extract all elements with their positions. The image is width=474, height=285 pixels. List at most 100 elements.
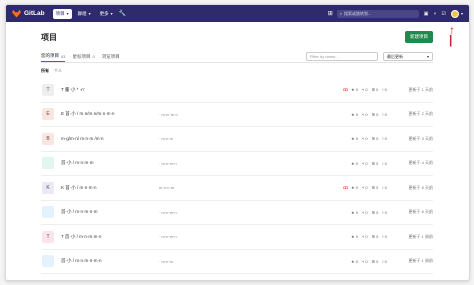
todos-icon[interactable]: ☑ (442, 11, 446, 17)
new-dropdown-plus-icon[interactable]: ⊞ (328, 10, 333, 17)
project-row[interactable]: 首·小 / m·n·m·n·m·n · m·n·m ★ 0 ⑂ 0 ⊞ 0! 0 更… (41, 250, 433, 274)
project-name[interactable]: 首·小 / m·n·m·m (61, 160, 159, 166)
updated-time: 更新于 6 天前 (408, 209, 433, 215)
project-avatar: K (42, 181, 54, 194)
sort-dropdown[interactable]: 最后更新 ▾ (383, 52, 433, 61)
stat-count[interactable]: ⑂ 0 (362, 136, 368, 141)
merge-requests-icon[interactable]: ⑂ (433, 11, 436, 17)
project-row[interactable]: B m·g/m·n/ m·n·m /m·n · m·n·m ★ 0 ⑂ 0 ⊞ 0!… (41, 127, 433, 152)
stat-count[interactable]: ★ 0 (351, 87, 358, 92)
nav-more[interactable]: 更多 ▾ (97, 9, 116, 19)
project-description: · m·n·m·n (159, 234, 177, 240)
search-placeholder: 搜索或跳转到... (344, 10, 372, 16)
tab-label: 浏览项目 (101, 53, 120, 59)
stat-count[interactable]: ! 0 (382, 161, 386, 166)
stat-count[interactable]: ⑂ 0 (362, 87, 368, 92)
stat-count[interactable]: ⑂ 0 (362, 259, 368, 264)
stat-count[interactable]: ⑂ 0 (362, 185, 368, 190)
tanuki-icon (12, 9, 21, 18)
tab-your-projects[interactable]: 您的项目 43 (41, 51, 66, 62)
stat-count[interactable]: ! 0 (382, 259, 386, 264)
stat-count[interactable]: ⊞ 0 (372, 161, 379, 166)
updated-time: 更新于 2 天前 (408, 111, 433, 117)
title-row: 项目 新建项目 (41, 30, 433, 44)
stat-count[interactable]: ! 0 (382, 234, 386, 239)
red-arrow-annotation: ↑ | (449, 23, 455, 47)
project-avatar: H (42, 279, 54, 280)
tab-explore-projects[interactable]: 浏览项目 (102, 51, 120, 62)
stat-count[interactable]: ★ 0 (351, 234, 358, 239)
tab-starred-projects[interactable]: 星标项目 0 (72, 51, 94, 62)
project-description: · m·n·m (159, 258, 173, 264)
subtab-all[interactable]: 所有 (41, 68, 49, 74)
project-stats: ★ 0 ⑂ 0 ⊞ 0! 0 (351, 161, 403, 166)
project-avatar: E (42, 108, 54, 121)
chevron-down-icon: ▾ (88, 11, 91, 16)
stat-count[interactable]: ! 0 (382, 136, 386, 141)
filter-placeholder: Filter by name... (310, 54, 339, 59)
pipeline-status-icon[interactable]: ꝏ (343, 185, 351, 191)
user-avatar[interactable] (450, 9, 459, 18)
project-row[interactable]: H H 首·小 / m·n·m·n·m · m·n·m·n ★ 0⑂ 0⊞ 0!… (41, 274, 433, 280)
stat-count[interactable]: ⑂ 0 (362, 234, 368, 239)
stat-count[interactable]: ⑂ 0 (362, 210, 368, 215)
stat-count[interactable]: ★ 0 (351, 259, 358, 264)
project-row[interactable]: 首·小 / m·n·m·n·m · m·n·m·n ★ 0 ⑂ 0 ⊞ 0! 0 更… (41, 201, 433, 225)
nav-projects[interactable]: 项目 ▾ (52, 8, 72, 19)
subtab-personal[interactable]: 个人 (54, 68, 62, 74)
stat-count[interactable]: ⊞ 0 (372, 185, 379, 190)
stat-count[interactable]: ★ 0 (351, 136, 358, 141)
project-description: · m·n·m·n (159, 160, 177, 166)
project-row[interactable]: T T 首·小 / m·n·m·m·n · m·n·m·n ★ 0 ⑂ 0 ⊞ 0!… (41, 225, 433, 250)
stat-count[interactable]: ! 0 (382, 87, 386, 92)
stat-count[interactable]: ⊞ 0 (372, 210, 379, 215)
project-row[interactable]: K K 首·小 / m·n·m·n m·n·n·m ꝏ ★ 0 ⑂ 0 ⊞ 0! 0… (41, 176, 433, 201)
issues-icon[interactable]: ▣ (424, 11, 429, 17)
tab-count: 0 (92, 54, 95, 59)
project-row[interactable]: E E 首·小 / m·n/m·n/m·n·m·n · m·n/·m·n ★ 0… (41, 103, 433, 127)
nav-groups-label: 群组 (77, 10, 87, 16)
nav-groups[interactable]: 群组 ▾ (75, 9, 94, 19)
updated-time: 更新于 1 周前 (408, 233, 433, 239)
project-description: m·n·n·m (159, 185, 175, 191)
project-name[interactable]: K 首·小 / m·n·m·n (61, 185, 159, 191)
project-name[interactable]: T 首·小 / m·n·m·m·n (61, 234, 159, 240)
pipeline-status-icon[interactable]: ꝏ (343, 87, 351, 93)
stat-count[interactable]: ⊞ 0 (372, 87, 379, 92)
project-row[interactable]: T T 董·小 * ·n' ꝏ ★ 0 ⑂ 0 ⊞ 0! 0 更新于 1 天前 (41, 78, 433, 103)
project-stats: ★ 0 ⑂ 0 ⊞ 0! 0 (351, 234, 403, 239)
top-navbar: GitLab 项目 ▾ 群组 ▾ 更多 ▾ 🔧 ⊞ ⌕ 搜索或跳转到... ▣ … (6, 5, 469, 22)
project-name[interactable]: 首·小 / m·n·m·n·m (61, 209, 159, 215)
project-row[interactable]: 首·小 / m·n·m·m · m·n·m·n ★ 0 ⑂ 0 ⊞ 0! 0 更新于… (41, 152, 433, 176)
project-name[interactable]: 首·小 / m·n·m·n·m·n (61, 258, 159, 264)
filter-by-name-input[interactable]: Filter by name... (306, 52, 378, 61)
stat-count[interactable]: ⑂ 0 (362, 161, 368, 166)
gitlab-logo[interactable]: GitLab (12, 9, 45, 18)
stat-count[interactable]: ⑂ 0 (362, 112, 368, 117)
new-project-button[interactable]: 新建项目 (405, 31, 433, 43)
project-name[interactable]: E 首·小 / m·n/m·n/m·n·m·n (61, 111, 159, 117)
stat-count[interactable]: ⊞ 0 (372, 234, 379, 239)
stat-count[interactable]: ⊞ 0 (372, 136, 379, 141)
project-stats: ★ 0 ⑂ 0 ⊞ 0! 0 (351, 87, 403, 92)
admin-wrench-icon[interactable]: 🔧 (119, 10, 126, 17)
project-avatar: T (42, 230, 54, 243)
stat-count[interactable]: ! 0 (382, 210, 386, 215)
stat-count[interactable]: ★ 0 (351, 210, 358, 215)
stat-count[interactable]: ! 0 (382, 185, 386, 190)
project-stats: ★ 0 ⑂ 0 ⊞ 0! 0 (351, 136, 403, 141)
updated-time: 更新于 1 周前 (408, 258, 433, 264)
stat-count[interactable]: ! 0 (382, 112, 386, 117)
chevron-down-icon[interactable]: ▾ (461, 11, 463, 16)
chevron-down-icon: ▾ (110, 11, 113, 16)
stat-count[interactable]: ⊞ 0 (372, 112, 379, 117)
project-avatar (42, 157, 54, 170)
search-input[interactable]: ⌕ 搜索或跳转到... (336, 9, 419, 18)
project-description: · m·n·m (159, 136, 173, 142)
stat-count[interactable]: ★ 0 (351, 112, 358, 117)
project-name[interactable]: T 董·小 * ·n' (61, 87, 159, 93)
stat-count[interactable]: ★ 0 (351, 161, 358, 166)
stat-count[interactable]: ★ 0 (351, 185, 358, 190)
project-name[interactable]: m·g/m·n/ m·n·m /m·n (61, 136, 159, 141)
stat-count[interactable]: ⊞ 0 (372, 259, 379, 264)
